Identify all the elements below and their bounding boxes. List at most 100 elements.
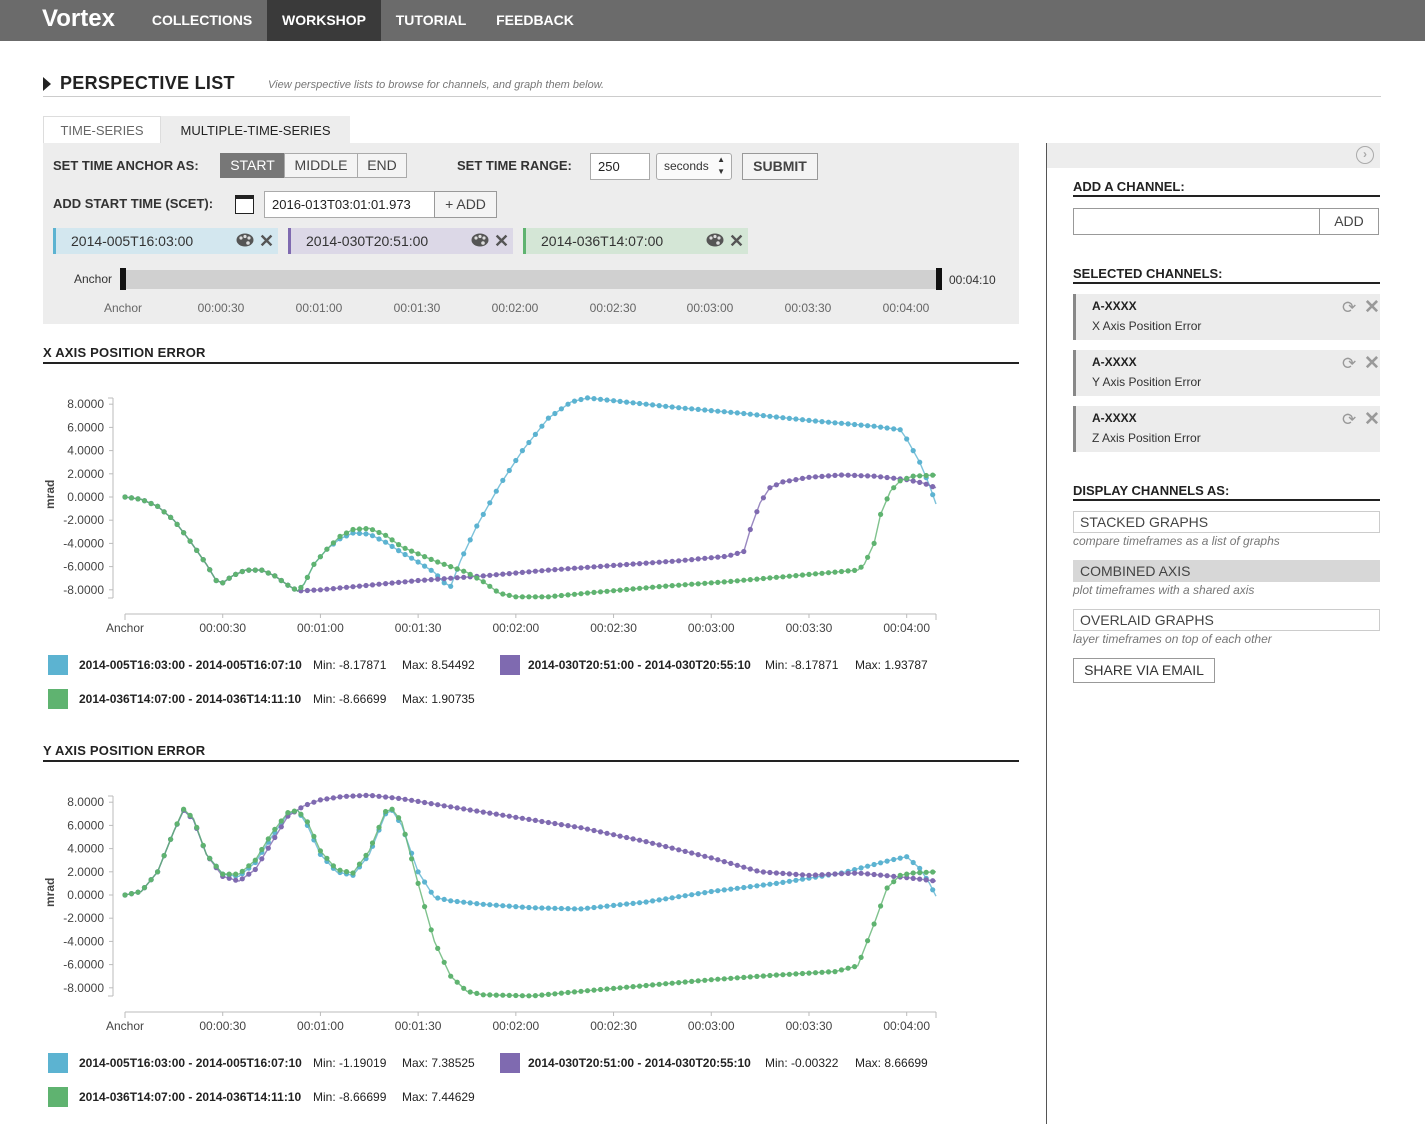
palette-icon[interactable] bbox=[471, 233, 489, 247]
perspective-title[interactable]: PERSPECTIVE LIST bbox=[60, 73, 235, 94]
palette-icon[interactable] bbox=[706, 233, 724, 247]
remove-icon[interactable]: ✕ bbox=[494, 228, 509, 254]
legend-max: Max: 7.44629 bbox=[402, 1090, 475, 1104]
y-tick-label: 0.0000 bbox=[67, 490, 104, 504]
y-tick-label: 0.0000 bbox=[67, 888, 104, 902]
data-point bbox=[350, 870, 356, 876]
data-point bbox=[122, 494, 128, 500]
series-line bbox=[124, 808, 937, 997]
tab-time-series[interactable]: TIME-SERIES bbox=[43, 116, 161, 144]
data-point bbox=[532, 568, 538, 574]
data-point bbox=[539, 423, 545, 429]
refresh-icon[interactable]: ⟳ bbox=[1342, 354, 1356, 374]
data-point bbox=[832, 871, 838, 877]
start-time-label: ADD START TIME (SCET): bbox=[53, 196, 214, 211]
data-point bbox=[369, 582, 376, 588]
nav-feedback[interactable]: FEEDBACK bbox=[481, 0, 589, 41]
data-point bbox=[897, 427, 903, 433]
data-point bbox=[760, 869, 767, 875]
data-point bbox=[343, 869, 350, 875]
expand-arrow-icon[interactable] bbox=[43, 77, 51, 91]
data-point bbox=[461, 806, 467, 812]
channel-search-input[interactable] bbox=[1073, 208, 1320, 235]
submit-button[interactable]: SUBMIT bbox=[742, 153, 818, 180]
data-point bbox=[663, 559, 669, 565]
add-start-time-button[interactable]: + ADD bbox=[434, 191, 497, 218]
calendar-icon[interactable] bbox=[235, 195, 254, 214]
display-overlaid-graphs-option[interactable]: OVERLAID GRAPHS bbox=[1073, 609, 1380, 631]
data-point bbox=[383, 581, 389, 587]
tab-multiple-time-series[interactable]: MULTIPLE-TIME-SERIES bbox=[161, 116, 350, 144]
range-unit-select[interactable]: seconds ▲ ▼ bbox=[656, 153, 732, 180]
legend-series-name: 2014-036T14:07:00 - 2014-036T14:11:10 bbox=[79, 692, 302, 706]
data-point bbox=[552, 593, 558, 599]
data-point bbox=[487, 500, 493, 506]
data-point bbox=[721, 859, 727, 865]
side-heading-rule bbox=[1073, 282, 1380, 284]
data-point bbox=[637, 837, 643, 843]
anchor-middle-button[interactable]: MIDDLE bbox=[284, 153, 358, 178]
time-range-slider[interactable] bbox=[123, 270, 940, 289]
slider-tick: 00:00:30 bbox=[197, 301, 245, 315]
data-point bbox=[930, 869, 936, 875]
slider-start-handle[interactable] bbox=[120, 268, 126, 290]
data-point bbox=[910, 473, 916, 479]
data-point bbox=[754, 883, 760, 889]
nav-tutorial[interactable]: TUTORIAL bbox=[381, 0, 481, 41]
display-stacked-graphs-option[interactable]: STACKED GRAPHS bbox=[1073, 511, 1380, 533]
range-input[interactable]: 250 bbox=[590, 153, 650, 180]
data-point bbox=[383, 794, 389, 800]
data-point bbox=[461, 985, 467, 991]
refresh-icon[interactable]: ⟳ bbox=[1342, 410, 1356, 430]
display-combined-axis-option[interactable]: COMBINED AXIS bbox=[1073, 560, 1380, 582]
refresh-icon[interactable]: ⟳ bbox=[1342, 298, 1356, 318]
data-point bbox=[695, 581, 701, 587]
y-tick-label: -8.0000 bbox=[63, 583, 104, 597]
data-point bbox=[356, 526, 363, 532]
share-via-email-button[interactable]: SHARE VIA EMAIL bbox=[1073, 658, 1215, 683]
nav-collections[interactable]: COLLECTIONS bbox=[137, 0, 267, 41]
data-point bbox=[656, 842, 662, 848]
data-point bbox=[389, 537, 395, 543]
slider-tick: 00:03:00 bbox=[686, 301, 734, 315]
data-point bbox=[884, 425, 890, 431]
add-channel-button[interactable]: ADD bbox=[1319, 208, 1379, 235]
data-point bbox=[591, 827, 597, 834]
palette-icon[interactable] bbox=[236, 233, 254, 247]
series-line bbox=[124, 809, 937, 910]
y-tick-label: 8.0000 bbox=[67, 397, 104, 411]
remove-icon[interactable]: ✕ bbox=[729, 228, 744, 254]
data-point bbox=[865, 554, 871, 560]
remove-channel-icon[interactable]: ✕ bbox=[1364, 296, 1380, 319]
data-point bbox=[584, 564, 591, 570]
data-point bbox=[741, 410, 747, 417]
nav-workshop[interactable]: WORKSHOP bbox=[267, 0, 381, 41]
anchor-end-button[interactable]: END bbox=[357, 153, 407, 178]
data-point bbox=[356, 583, 363, 589]
data-point bbox=[545, 567, 551, 573]
data-point bbox=[396, 815, 402, 821]
data-point bbox=[650, 840, 656, 846]
data-point bbox=[291, 586, 297, 592]
data-point bbox=[552, 820, 558, 827]
legend-swatch bbox=[48, 655, 68, 675]
data-point bbox=[272, 834, 278, 841]
data-point bbox=[767, 881, 773, 887]
remove-icon[interactable]: ✕ bbox=[259, 228, 274, 254]
data-point bbox=[884, 858, 890, 864]
data-point bbox=[500, 477, 506, 483]
remove-channel-icon[interactable]: ✕ bbox=[1364, 352, 1380, 375]
collapse-chevron-icon[interactable]: › bbox=[1356, 146, 1374, 164]
x-tick-label: 00:01:00 bbox=[297, 621, 344, 635]
slider-end-handle[interactable] bbox=[936, 268, 942, 290]
anchor-start-button[interactable]: START bbox=[220, 153, 285, 178]
data-point bbox=[923, 877, 929, 883]
start-time-input[interactable]: 2016-013T03:01:01.973 bbox=[264, 191, 435, 218]
remove-channel-icon[interactable]: ✕ bbox=[1364, 408, 1380, 431]
channel-name: Y Axis Position Error bbox=[1092, 375, 1202, 389]
data-point bbox=[760, 495, 767, 501]
brand-logo[interactable]: Vortex bbox=[42, 5, 115, 33]
data-point bbox=[584, 988, 591, 994]
data-point bbox=[624, 561, 630, 568]
data-point bbox=[786, 871, 793, 877]
